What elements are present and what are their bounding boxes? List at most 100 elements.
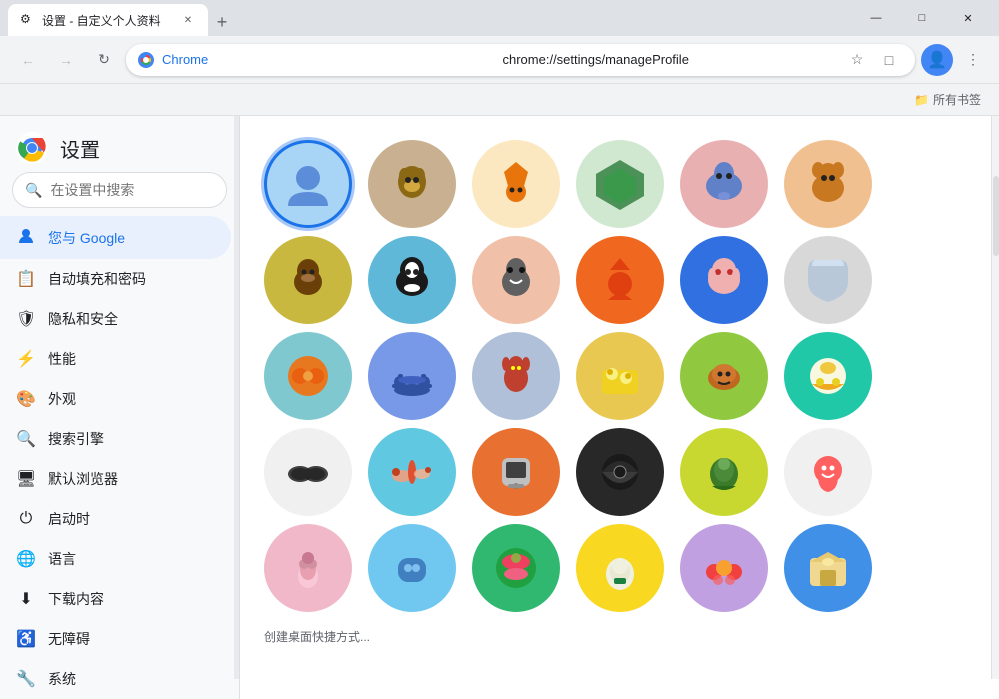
avatar-item[interactable] — [680, 332, 768, 420]
right-scrollbar-thumb[interactable] — [993, 176, 999, 256]
sidebar-item-startup[interactable]: ⏻ 启动时 — [0, 499, 231, 539]
performance-nav-icon: ⚡ — [16, 349, 36, 369]
search-icon: 🔍 — [25, 182, 42, 199]
chrome-menu-button[interactable]: ⋮ — [959, 46, 987, 74]
avatar-item[interactable] — [368, 428, 456, 516]
bookmarks-label: 所有书签 — [933, 91, 981, 108]
back-button[interactable]: ← — [12, 44, 44, 76]
avatar-item[interactable] — [784, 428, 872, 516]
sidebar: 设置 🔍 您与 Google 📋 自动填充和密码 🛡 — [0, 116, 240, 699]
search-engine-nav-icon: 🔍 — [16, 429, 36, 449]
sidebar-item-autofill[interactable]: 📋 自动填充和密码 — [0, 259, 231, 299]
main-content: 设置 🔍 您与 Google 📋 自动填充和密码 🛡 — [0, 116, 999, 679]
avatar-item[interactable] — [680, 236, 768, 324]
avatar-item[interactable] — [264, 332, 352, 420]
bookmarks-bar: 📁 所有书签 — [0, 84, 999, 116]
avatar-item[interactable] — [368, 236, 456, 324]
url-site-icon — [138, 52, 154, 68]
reader-mode-button[interactable]: □ — [875, 46, 903, 74]
avatar-item[interactable] — [264, 236, 352, 324]
close-button[interactable]: ✕ — [945, 0, 991, 36]
avatar-item[interactable] — [368, 524, 456, 612]
folder-icon: 📁 — [914, 93, 929, 107]
avatar-item[interactable] — [576, 428, 664, 516]
content-area: 创建桌面快捷方式... — [240, 116, 999, 679]
sidebar-item-label-autofill: 自动填充和密码 — [48, 269, 146, 289]
avatar-item[interactable] — [576, 524, 664, 612]
avatar-item[interactable] — [576, 332, 664, 420]
avatar-item[interactable] — [264, 524, 352, 612]
startup-nav-icon: ⏻ — [16, 510, 36, 528]
accessibility-nav-icon: ♿ — [16, 629, 36, 649]
avatar-item[interactable] — [472, 524, 560, 612]
avatar-item[interactable] — [576, 236, 664, 324]
avatar-item[interactable] — [264, 428, 352, 516]
tab-favicon: ⚙ — [20, 12, 36, 28]
avatar-item[interactable] — [368, 140, 456, 228]
tabs-area: ⚙ 设置 - 自定义个人资料 ✕ + — [8, 0, 849, 36]
autofill-nav-icon: 📋 — [16, 269, 36, 289]
google-nav-icon — [16, 226, 36, 249]
sidebar-item-label-system: 系统 — [48, 669, 76, 689]
avatar-item[interactable] — [680, 140, 768, 228]
minimize-button[interactable]: — — [853, 0, 899, 36]
avatar-item[interactable] — [472, 140, 560, 228]
sidebar-item-performance[interactable]: ⚡ 性能 — [0, 339, 231, 379]
sidebar-item-label-startup: 启动时 — [48, 509, 90, 529]
tab-close-button[interactable]: ✕ — [180, 12, 196, 28]
search-box[interactable]: 🔍 — [12, 172, 227, 208]
url-bar[interactable]: Chrome chrome://settings/manageProfile ☆… — [126, 44, 915, 76]
sidebar-item-language[interactable]: 🌐 语言 — [0, 539, 231, 579]
browser-nav-icon: 🖥 — [16, 469, 36, 489]
sidebar-item-label-language: 语言 — [48, 549, 76, 569]
avatar-item[interactable] — [680, 524, 768, 612]
avatar-scroll-area[interactable]: 创建桌面快捷方式... — [240, 116, 991, 679]
sidebar-header: 设置 — [0, 116, 239, 172]
sidebar-item-label-downloads: 下载内容 — [48, 589, 104, 609]
bookmark-button[interactable]: ☆ — [843, 46, 871, 74]
avatar-item[interactable] — [576, 140, 664, 228]
maximize-button[interactable]: □ — [899, 0, 945, 36]
forward-button[interactable]: → — [50, 44, 82, 76]
avatar-item[interactable] — [784, 332, 872, 420]
sidebar-item-label-google: 您与 Google — [48, 228, 125, 248]
new-tab-button[interactable]: + — [208, 8, 236, 36]
sidebar-item-label-browser: 默认浏览器 — [48, 469, 118, 489]
privacy-nav-icon: 🛡 — [16, 309, 36, 329]
avatar-item[interactable] — [784, 236, 872, 324]
sidebar-item-system[interactable]: 🔧 系统 — [0, 659, 231, 699]
search-input[interactable] — [50, 182, 231, 198]
bottom-hint: 创建桌面快捷方式... — [240, 620, 991, 653]
refresh-button[interactable]: ↻ — [88, 44, 120, 76]
active-tab[interactable]: ⚙ 设置 - 自定义个人资料 ✕ — [8, 4, 208, 36]
right-scrollbar[interactable] — [991, 116, 999, 679]
sidebar-item-appearance[interactable]: 🎨 外观 — [0, 379, 231, 419]
addressbar: ← → ↻ Chrome chrome://settings/managePro… — [0, 36, 999, 84]
avatar-item[interactable] — [472, 332, 560, 420]
system-nav-icon: 🔧 — [16, 669, 36, 689]
sidebar-item-label-privacy: 隐私和安全 — [48, 309, 118, 329]
avatar-item[interactable] — [784, 140, 872, 228]
url-actions: ☆ □ — [843, 46, 903, 74]
sidebar-item-browser[interactable]: 🖥 默认浏览器 — [0, 459, 231, 499]
sidebar-item-accessibility[interactable]: ♿ 无障碍 — [0, 619, 231, 659]
avatar-item[interactable] — [472, 236, 560, 324]
sidebar-item-search[interactable]: 🔍 搜索引擎 — [0, 419, 231, 459]
url-text: chrome://settings/manageProfile — [503, 52, 836, 67]
avatar-item[interactable] — [680, 428, 768, 516]
profile-button[interactable]: 👤 — [921, 44, 953, 76]
avatar-grid — [240, 132, 991, 620]
avatar-item[interactable] — [784, 524, 872, 612]
sidebar-wrapper: 设置 🔍 您与 Google 📋 自动填充和密码 🛡 — [0, 116, 240, 679]
sidebar-nav: 您与 Google 📋 自动填充和密码 🛡 隐私和安全 ⚡ 性能 🎨 外观 — [0, 216, 239, 699]
sidebar-item-label-appearance: 外观 — [48, 389, 76, 409]
sidebar-item-privacy[interactable]: 🛡 隐私和安全 — [0, 299, 231, 339]
sidebar-item-google[interactable]: 您与 Google — [0, 216, 231, 259]
titlebar: ⚙ 设置 - 自定义个人资料 ✕ + — □ ✕ — [0, 0, 999, 36]
avatar-item[interactable] — [472, 428, 560, 516]
all-bookmarks[interactable]: 📁 所有书签 — [908, 89, 987, 110]
sidebar-item-downloads[interactable]: ⬇ 下载内容 — [0, 579, 231, 619]
window-controls: — □ ✕ — [853, 0, 991, 36]
avatar-item[interactable] — [368, 332, 456, 420]
avatar-item[interactable] — [264, 140, 352, 228]
